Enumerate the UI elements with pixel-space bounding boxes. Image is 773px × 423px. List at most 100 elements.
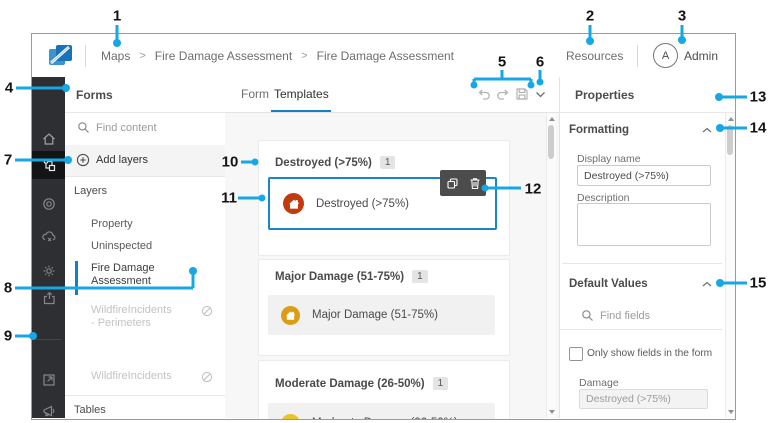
callout-6: 6 bbox=[535, 53, 545, 71]
header-divider bbox=[85, 45, 86, 67]
sharing-icon[interactable] bbox=[32, 284, 65, 312]
add-layers-label: Add layers bbox=[96, 154, 148, 166]
forms-panel-title: Forms bbox=[76, 88, 113, 102]
template-group-title: Moderate Damage (26-50%) bbox=[275, 377, 425, 390]
scroll-down-arrow[interactable] bbox=[549, 410, 555, 414]
search-icon bbox=[77, 121, 90, 134]
search-placeholder: Find fields bbox=[600, 310, 651, 322]
scrollbar-thumb[interactable] bbox=[548, 125, 554, 159]
find-content-search[interactable]: Find content bbox=[65, 112, 225, 146]
undo-icon[interactable] bbox=[477, 88, 491, 101]
layer-label: WildfireIncidents bbox=[91, 370, 172, 382]
user-menu[interactable]: Admin bbox=[684, 49, 718, 63]
layers-section-header[interactable]: Layers bbox=[65, 181, 248, 205]
layer-item-wildfire-incidents[interactable]: WildfireIncidents ••• bbox=[65, 367, 239, 389]
delete-icon[interactable] bbox=[469, 177, 481, 190]
breadcrumb-map-name[interactable]: Fire Damage Assessment bbox=[155, 49, 292, 63]
breadcrumb-maps[interactable]: Maps bbox=[101, 49, 130, 63]
search-icon bbox=[581, 309, 594, 322]
tab-templates[interactable]: Templates bbox=[274, 87, 329, 101]
template-group-header: Moderate Damage (26-50%) 1 bbox=[275, 377, 449, 390]
damage-default-value: Destroyed (>75%) bbox=[586, 393, 671, 405]
open-app-icon[interactable] bbox=[32, 366, 65, 394]
default-values-section-label: Default Values bbox=[569, 278, 648, 290]
template-count-badge: 1 bbox=[432, 377, 449, 390]
only-show-fields-label: Only show fields in the form bbox=[587, 348, 713, 359]
templates-panel: Form Templates Destroyed (>75%) 1 Destro… bbox=[225, 77, 559, 419]
tables-section-label: Tables bbox=[74, 404, 106, 416]
find-fields-search[interactable]: Find fields bbox=[560, 305, 722, 330]
scrollbar-thumb[interactable] bbox=[727, 125, 733, 155]
callout-5: 5 bbox=[497, 53, 507, 71]
template-group-header: Major Damage (51-75%) 1 bbox=[275, 270, 428, 283]
template-count-badge: 1 bbox=[379, 156, 396, 169]
callout-4: 4 bbox=[4, 79, 14, 97]
app-window: Maps > Fire Damage Assessment > Fire Dam… bbox=[31, 33, 736, 420]
display-name-value: Destroyed (>75%) bbox=[584, 169, 669, 182]
scroll-down-arrow[interactable] bbox=[728, 410, 734, 414]
tables-section-header[interactable]: Tables bbox=[65, 395, 248, 419]
callout-7: 7 bbox=[3, 151, 13, 169]
callout-8: 8 bbox=[3, 279, 13, 297]
layer-label: Property bbox=[91, 218, 133, 230]
chevron-down-icon[interactable] bbox=[535, 91, 546, 99]
duplicate-icon[interactable] bbox=[446, 177, 459, 190]
breadcrumb-form-name: Fire Damage Assessment bbox=[316, 48, 454, 63]
breadcrumb-separator: > bbox=[139, 49, 146, 62]
settings-gear-icon[interactable] bbox=[32, 257, 65, 285]
forms-panel-header: Forms bbox=[65, 77, 225, 113]
home-icon[interactable] bbox=[32, 125, 65, 153]
layer-item-wildfire-perimeters[interactable]: WildfireIncidents - Perimeters ••• bbox=[65, 303, 239, 337]
callout-3: 3 bbox=[677, 7, 687, 25]
damage-field-value[interactable]: Destroyed (>75%) bbox=[579, 389, 708, 409]
forms-icon[interactable] bbox=[32, 151, 65, 179]
properties-scrollbar[interactable] bbox=[725, 113, 735, 418]
layer-label: Fire Damage Assessment bbox=[91, 262, 155, 287]
only-show-fields-checkbox[interactable] bbox=[569, 347, 583, 361]
avatar-initial: A bbox=[661, 49, 670, 62]
templates-scrollbar[interactable] bbox=[546, 113, 556, 418]
layers-section-label: Layers bbox=[74, 185, 108, 197]
esri-field-maps-logo[interactable] bbox=[47, 42, 74, 69]
redo-icon[interactable] bbox=[496, 88, 510, 101]
breadcrumb: Maps > Fire Damage Assessment > Fire Dam… bbox=[101, 34, 454, 77]
avatar[interactable]: A bbox=[653, 43, 678, 68]
properties-panel: Properties Formatting Display name Destr… bbox=[559, 77, 735, 418]
display-name-input[interactable]: Destroyed (>75%) bbox=[577, 165, 711, 186]
display-name-label: Display name bbox=[577, 153, 641, 165]
tabs-row: Form Templates bbox=[225, 77, 559, 113]
properties-panel-header: Properties bbox=[560, 77, 735, 113]
template-group-major: Major Damage (51-75%) 1 Major Damage (51… bbox=[258, 259, 510, 356]
not-allowed-icon bbox=[201, 305, 213, 317]
layer-item-fire-damage-assessment[interactable]: Fire Damage Assessment ••• bbox=[65, 261, 239, 301]
destroyed-structure-icon bbox=[283, 193, 304, 214]
damage-field-label: Damage bbox=[579, 377, 619, 389]
add-layers-button[interactable]: Add layers bbox=[65, 145, 225, 177]
not-allowed-icon bbox=[201, 371, 213, 383]
template-group-title: Destroyed (>75%) bbox=[275, 156, 372, 169]
layer-item-property[interactable]: Property ••• bbox=[65, 215, 239, 237]
callout-15: 15 bbox=[749, 274, 767, 292]
offline-cloud-icon[interactable] bbox=[32, 223, 65, 251]
template-item-label: Major Damage (51-75%) bbox=[312, 309, 438, 321]
save-icon[interactable] bbox=[515, 87, 529, 101]
resources-link[interactable]: Resources bbox=[566, 49, 623, 63]
header-divider bbox=[637, 45, 638, 67]
geofences-icon[interactable] bbox=[32, 190, 65, 218]
layer-item-uninspected[interactable]: Uninspected ••• bbox=[65, 237, 239, 259]
template-item-moderate[interactable]: Moderate Damage (26-50%) bbox=[268, 403, 495, 419]
selected-layer-indicator bbox=[75, 261, 78, 295]
scroll-up-arrow[interactable] bbox=[728, 117, 734, 121]
formatting-section-header[interactable]: Formatting bbox=[560, 121, 735, 143]
template-item-major[interactable]: Major Damage (51-75%) bbox=[268, 295, 495, 335]
search-placeholder: Find content bbox=[96, 122, 157, 134]
template-item-label: Destroyed (>75%) bbox=[316, 197, 409, 210]
scroll-up-arrow[interactable] bbox=[549, 117, 555, 121]
default-values-section-header[interactable]: Default Values bbox=[560, 275, 735, 297]
tab-form[interactable]: Form bbox=[241, 87, 269, 101]
callout-10: 10 bbox=[221, 153, 239, 171]
description-textarea[interactable] bbox=[577, 203, 711, 246]
layer-label: Uninspected bbox=[91, 240, 153, 252]
callout-2: 2 bbox=[585, 7, 595, 25]
feedback-megaphone-icon[interactable] bbox=[32, 397, 65, 419]
